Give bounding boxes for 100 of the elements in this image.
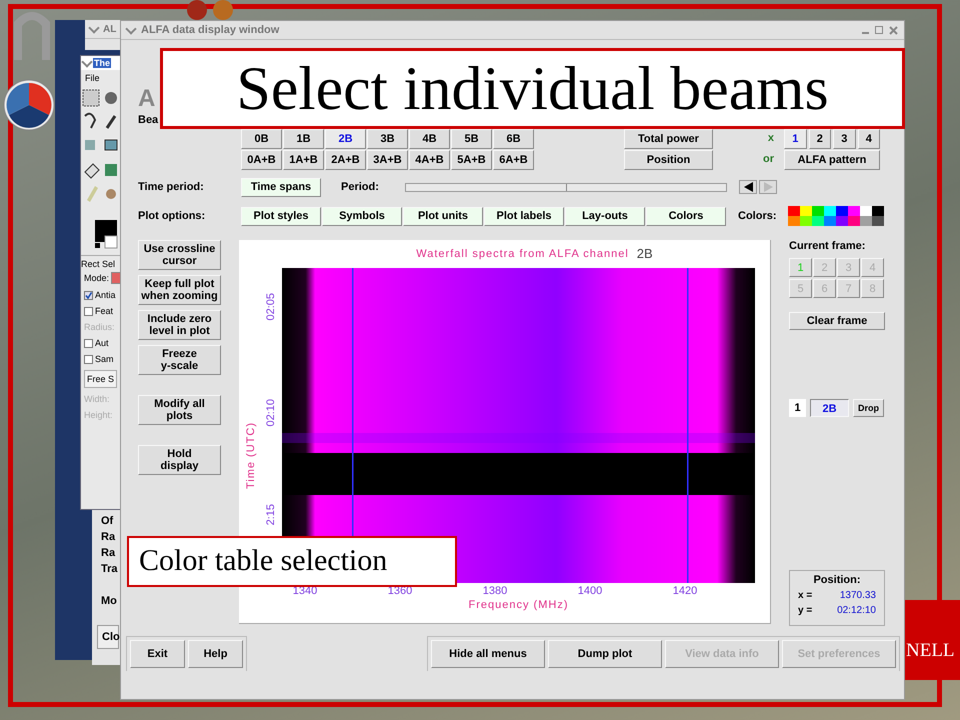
option-button[interactable]: Lay-outs — [565, 206, 645, 226]
action-button[interactable]: Help — [188, 640, 243, 668]
drop-button[interactable]: Drop — [853, 399, 884, 417]
option-button[interactable]: Plot labels — [484, 206, 564, 226]
window-title: ALFA data display window — [141, 24, 280, 36]
color-swatch[interactable] — [824, 216, 836, 226]
checkbox[interactable] — [84, 290, 93, 300]
tick-label: 02:10 — [265, 398, 277, 426]
checkbox-label: Feat — [95, 306, 114, 316]
color-swatch[interactable] — [848, 206, 860, 216]
beam-button[interactable]: 3B — [367, 129, 408, 149]
color-swatch[interactable] — [848, 216, 860, 226]
color-swatch[interactable] — [836, 206, 848, 216]
tick-label: 1420 — [672, 585, 698, 597]
channel-label: 2B — [636, 246, 653, 260]
beam-button[interactable]: 1B — [283, 129, 324, 149]
time-spans-button[interactable]: Time spans — [241, 178, 321, 196]
label: Radius: — [84, 322, 115, 332]
option-button[interactable]: Plot units — [403, 206, 483, 226]
beam-button[interactable]: 6B — [493, 129, 534, 149]
label: Current frame: — [789, 240, 866, 252]
label: Period: — [341, 181, 380, 193]
dropdown[interactable]: Free S — [84, 370, 118, 388]
number-button[interactable]: 1 — [784, 129, 806, 149]
option-button[interactable]: Symbols — [322, 206, 402, 226]
window-title: The — [93, 58, 112, 68]
mode-icon[interactable] — [111, 272, 122, 284]
minimize-icon[interactable] — [862, 32, 869, 34]
side-button[interactable]: Include zero level in plot — [138, 310, 221, 340]
beam-button[interactable]: 4A+B — [409, 150, 450, 170]
mode-button[interactable]: Total power — [624, 129, 713, 149]
clear-frame-button[interactable]: Clear frame — [789, 312, 885, 330]
label: Height: — [84, 410, 113, 420]
beam-button[interactable]: 0B — [241, 129, 282, 149]
color-swatch[interactable] — [836, 216, 848, 226]
beam-button[interactable]: 2A+B — [325, 150, 366, 170]
tick-label: 02:05 — [265, 293, 277, 321]
color-swatch[interactable] — [860, 216, 872, 226]
color-swatch[interactable] — [800, 206, 812, 216]
action-button[interactable]: Exit — [130, 640, 185, 668]
checkbox[interactable] — [84, 306, 93, 316]
value: 1370.33 — [840, 589, 876, 603]
number-button[interactable]: 3 — [833, 129, 856, 149]
checkbox-label: Antia — [95, 290, 116, 300]
label: Ra — [101, 547, 116, 561]
side-button[interactable]: Use crossline cursor — [138, 240, 221, 270]
label: Mo — [101, 595, 118, 609]
beam-button[interactable]: 0A+B — [241, 150, 282, 170]
slide-title: Select individual beams — [160, 48, 905, 129]
beam-button[interactable]: 1A+B — [283, 150, 324, 170]
color-swatch[interactable] — [824, 206, 836, 216]
label: or — [763, 152, 774, 167]
side-button[interactable]: Hold display — [138, 445, 221, 475]
beam-button[interactable]: 5A+B — [451, 150, 492, 170]
option-button[interactable]: Plot styles — [241, 206, 321, 226]
number-button[interactable]: 4 — [858, 129, 880, 149]
beam-button[interactable]: 5B — [451, 129, 492, 149]
color-swatch[interactable] — [788, 206, 800, 216]
label: y = — [798, 604, 812, 618]
option-button[interactable]: Colors — [646, 206, 726, 226]
beam-button[interactable]: 2B — [325, 129, 366, 149]
logo-text: A — [138, 84, 156, 114]
label: Plot options: — [138, 210, 206, 222]
color-swatch[interactable] — [872, 206, 884, 216]
close-button[interactable]: Clo — [97, 625, 119, 649]
color-swatch[interactable] — [872, 216, 884, 226]
tick-label: 2:15 — [265, 504, 277, 526]
beam-button[interactable]: 4B — [409, 129, 450, 149]
window-title: AL — [103, 24, 116, 34]
beam-button[interactable]: 3A+B — [367, 150, 408, 170]
label: Bea — [138, 114, 160, 126]
corner-logo-text: NELL — [905, 600, 960, 680]
label: Width: — [84, 394, 110, 404]
color-swatch[interactable] — [860, 206, 872, 216]
action-button[interactable]: Hide all menus — [431, 640, 545, 668]
tick-label: 1380 — [482, 585, 508, 597]
side-button[interactable]: Modify all plots — [138, 395, 221, 425]
menu-item[interactable]: File — [81, 70, 100, 86]
label: x — [768, 131, 774, 146]
number-button[interactable]: 2 — [808, 129, 831, 149]
action-button[interactable]: Dump plot — [548, 640, 662, 668]
value: 02:12:10 — [837, 604, 876, 618]
color-swatch[interactable] — [812, 206, 824, 216]
color-swatch[interactable] — [800, 216, 812, 226]
label: Position: — [812, 574, 862, 586]
checkbox[interactable] — [84, 354, 93, 364]
beam-button[interactable]: 6A+B — [493, 150, 534, 170]
maximize-icon[interactable] — [875, 26, 883, 34]
side-button[interactable]: Freeze y-scale — [138, 345, 221, 375]
tick-label: 1400 — [578, 585, 602, 597]
plot-title: Waterfall spectra from ALFA channel — [416, 248, 629, 260]
color-swatch[interactable] — [812, 216, 824, 226]
side-button[interactable]: Keep full plot when zooming — [138, 275, 221, 305]
checkbox-label: Aut — [95, 338, 109, 348]
mode-button[interactable]: Position — [624, 150, 713, 170]
color-swatch[interactable] — [788, 216, 800, 226]
period-slider[interactable] — [405, 182, 727, 192]
checkbox[interactable] — [84, 338, 93, 348]
label: Mode: — [84, 273, 110, 283]
pattern-button[interactable]: ALFA pattern — [784, 150, 880, 170]
